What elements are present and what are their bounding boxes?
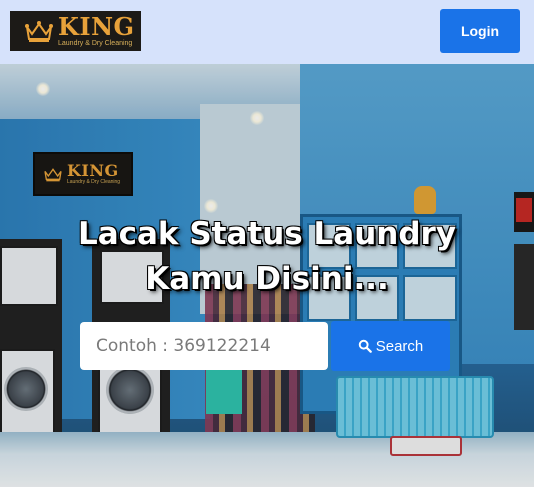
crown-icon: [25, 21, 53, 42]
search-button-label: Search: [375, 337, 424, 355]
brand-tagline: Laundry & Dry Cleaning: [58, 40, 133, 47]
hero-headline: Lacak Status Laundry Kamu Disini...: [77, 216, 457, 297]
search-icon: [358, 339, 372, 353]
hero-section: KING Laundry & Dry Cleaning Lacak Status…: [0, 64, 534, 487]
tracking-number-input[interactable]: [80, 322, 328, 370]
login-button[interactable]: Login: [440, 9, 520, 53]
top-navbar: KING Laundry & Dry Cleaning Login: [0, 0, 534, 64]
brand-logo[interactable]: KING Laundry & Dry Cleaning: [10, 11, 141, 51]
search-button[interactable]: Search: [331, 321, 450, 371]
brand-name: KING: [58, 12, 135, 41]
